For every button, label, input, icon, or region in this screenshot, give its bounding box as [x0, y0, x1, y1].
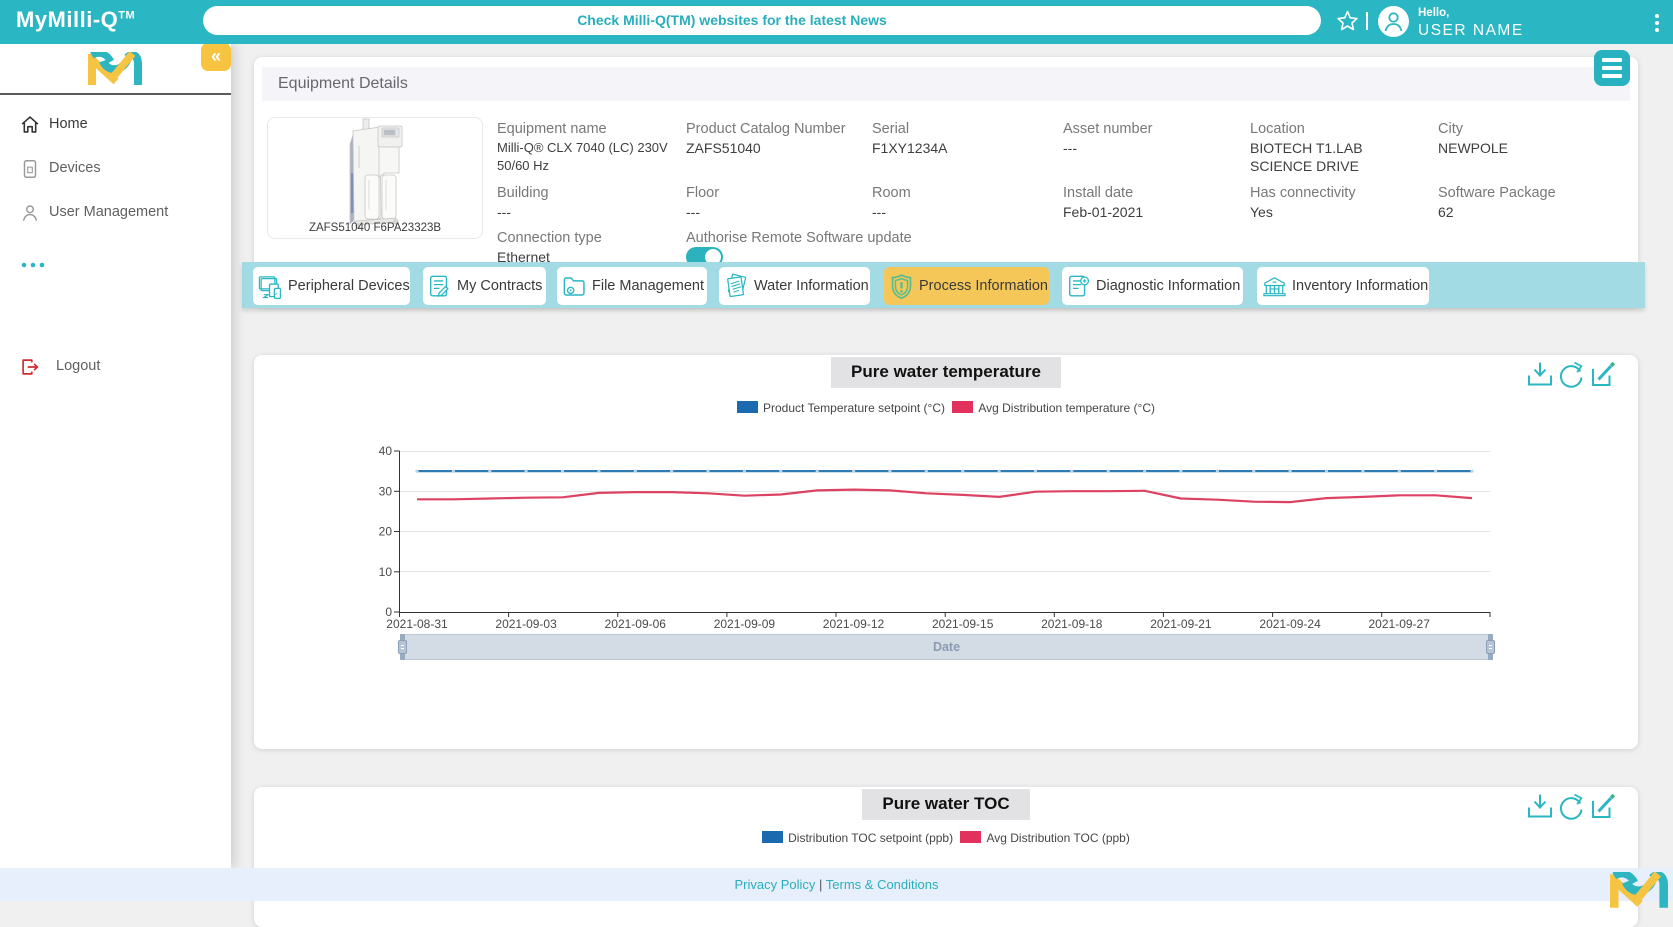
svg-text:10: 10 [379, 565, 393, 579]
svg-text:2021-09-06: 2021-09-06 [605, 617, 667, 631]
svg-text:2021-09-09: 2021-09-09 [714, 617, 776, 631]
svg-text:2021-09-21: 2021-09-21 [1150, 617, 1212, 631]
svg-text:30: 30 [379, 484, 393, 498]
svg-text:2021-09-12: 2021-09-12 [823, 617, 885, 631]
svg-text:2021-09-24: 2021-09-24 [1259, 617, 1321, 631]
svg-text:20: 20 [379, 525, 393, 539]
svg-text:40: 40 [379, 444, 393, 458]
svg-text:2021-08-31: 2021-08-31 [386, 617, 448, 631]
svg-text:2021-09-15: 2021-09-15 [932, 617, 994, 631]
svg-text:2021-09-27: 2021-09-27 [1369, 617, 1431, 631]
svg-text:2021-09-18: 2021-09-18 [1041, 617, 1103, 631]
svg-text:2021-09-03: 2021-09-03 [495, 617, 557, 631]
